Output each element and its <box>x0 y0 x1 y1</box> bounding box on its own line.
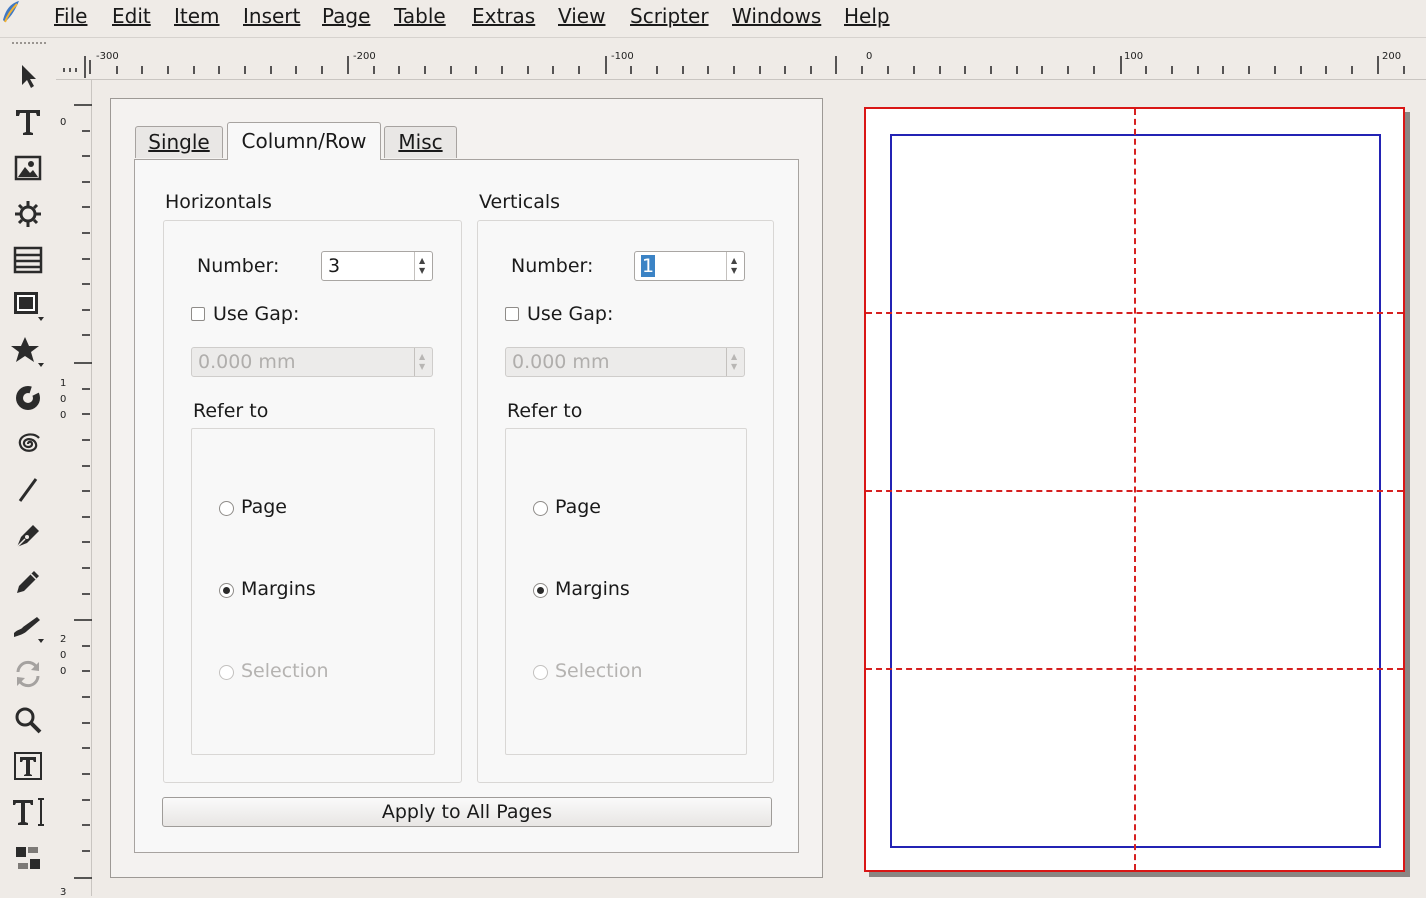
image-frame-icon[interactable] <box>10 150 46 186</box>
verticals-page-label[interactable]: Page <box>555 495 601 519</box>
horizontals-selection-radio[interactable] <box>219 665 234 680</box>
verticals-title: Verticals <box>479 191 561 213</box>
horizontals-number-value: 3 <box>328 255 341 277</box>
menu-extras[interactable]: Extras <box>470 4 537 28</box>
guide-manager-dialog: Single Column/Row Misc Horizontals Numbe… <box>110 98 823 878</box>
spin-up-icon: ▲ <box>731 352 738 361</box>
bezier-icon[interactable] <box>10 518 46 554</box>
tab-single[interactable]: Single <box>135 126 223 158</box>
verticals-margins-radio[interactable] <box>533 583 548 598</box>
ruler-label: 0 <box>60 117 67 128</box>
ruler-label: 100 <box>60 378 67 421</box>
horizontals-refer-to-box: Page Margins Selection <box>191 428 435 755</box>
arc-icon[interactable] <box>10 380 46 416</box>
horizontals-margins-radio[interactable] <box>219 583 234 598</box>
verticals-refer-to-label: Refer to <box>507 400 583 422</box>
menu-bar: File Edit Item Insert Page Table Extras … <box>0 0 1426 38</box>
toolbox-grip[interactable] <box>12 42 46 46</box>
ruler-label: -100 <box>611 51 634 62</box>
text-frame-icon[interactable] <box>10 104 46 140</box>
spin-down-icon[interactable]: ▼ <box>419 267 425 275</box>
select-icon[interactable] <box>10 58 46 94</box>
horizontals-group: Number: 3 ▲ ▼ Use Gap: 0.000 mm ▲ ▼ Refer … <box>163 220 462 783</box>
ruler-label: 3 <box>60 887 67 898</box>
line-icon[interactable] <box>10 472 46 508</box>
horizontals-gap-spinbox[interactable]: 0.000 mm ▲ ▼ <box>191 347 433 377</box>
verticals-gap-value: 0.000 mm <box>512 351 610 373</box>
horizontals-selection-label[interactable]: Selection <box>241 659 329 683</box>
horizontals-gap-value: 0.000 mm <box>198 351 296 373</box>
verticals-selection-radio[interactable] <box>533 665 548 680</box>
polygon-icon[interactable] <box>10 334 46 370</box>
ruler-label: -200 <box>353 51 376 62</box>
tab-misc[interactable]: Misc <box>384 126 457 158</box>
tab-column-row[interactable]: Column/Row <box>227 122 381 160</box>
spin-up-icon[interactable]: ▲ <box>419 257 425 265</box>
spin-up-icon: ▲ <box>419 352 426 361</box>
menu-item[interactable]: Item <box>172 4 222 28</box>
verticals-refer-to-box: Page Margins Selection <box>505 428 747 755</box>
verticals-number-spinbox[interactable]: 1 ▲ ▼ <box>634 251 745 281</box>
zoom-icon[interactable] <box>10 702 46 738</box>
menu-page[interactable]: Page <box>320 4 372 28</box>
menu-view[interactable]: View <box>556 4 607 28</box>
verticals-gap-spinbox[interactable]: 0.000 mm ▲ ▼ <box>505 347 745 377</box>
spiral-icon[interactable] <box>10 426 46 462</box>
rotate-icon[interactable] <box>10 656 46 692</box>
verticals-number-value: 1 <box>641 255 656 277</box>
shape-icon[interactable] <box>10 288 46 324</box>
menu-windows[interactable]: Windows <box>730 4 823 28</box>
edit-text-icon[interactable] <box>10 748 46 784</box>
link-text-frames-icon[interactable] <box>10 794 46 830</box>
horizontals-margins-label[interactable]: Margins <box>241 577 316 601</box>
spin-up-icon[interactable]: ▲ <box>731 257 737 265</box>
menu-help[interactable]: Help <box>842 4 892 28</box>
toolbox <box>0 38 56 896</box>
tab-panel: Horizontals Number: 3 ▲ ▼ Use Gap: 0.000 … <box>134 159 799 853</box>
menu-table[interactable]: Table <box>392 4 448 28</box>
verticals-group: Number: 1 ▲ ▼ Use Gap: 0.000 mm ▲ ▼ Refer … <box>477 220 774 783</box>
menu-file[interactable]: File <box>52 4 89 28</box>
horizontals-page-label[interactable]: Page <box>241 495 287 519</box>
horizontals-page-radio[interactable] <box>219 501 234 516</box>
calligraphic-icon[interactable] <box>10 610 46 646</box>
table-icon[interactable] <box>10 242 46 278</box>
vertical-ruler[interactable]: 0 100 200 3 <box>56 80 92 898</box>
horizontals-use-gap-checkbox[interactable] <box>191 307 205 321</box>
ruler-label: -300 <box>96 51 119 62</box>
page-preview[interactable] <box>864 107 1405 872</box>
horizontal-ruler[interactable]: -300 -200 -100 0 100 200 <box>56 38 1426 80</box>
ruler-label: 100 <box>1124 51 1144 62</box>
verticals-selection-label[interactable]: Selection <box>555 659 643 683</box>
freehand-icon[interactable] <box>10 564 46 600</box>
ruler-label: 200 <box>60 634 67 677</box>
ruler-label: 0 <box>866 51 873 62</box>
horizontals-title: Horizontals <box>165 191 272 213</box>
horizontals-number-spinbox[interactable]: 3 ▲ ▼ <box>321 251 433 281</box>
apply-to-all-pages-button[interactable]: Apply to All Pages <box>162 797 772 827</box>
scribus-logo-icon <box>3 1 19 23</box>
horizontals-use-gap-label[interactable]: Use Gap: <box>213 302 299 326</box>
menu-insert[interactable]: Insert <box>241 4 302 28</box>
spin-down-icon: ▼ <box>731 362 738 371</box>
verticals-margins-label[interactable]: Margins <box>555 577 630 601</box>
unlink-text-frames-icon[interactable] <box>10 840 46 876</box>
menu-edit[interactable]: Edit <box>110 4 153 28</box>
vertical-guide[interactable] <box>1134 109 1136 870</box>
render-frame-icon[interactable] <box>10 196 46 232</box>
verticals-number-label: Number: <box>511 255 594 277</box>
spin-down-icon: ▼ <box>419 362 426 371</box>
verticals-use-gap-label[interactable]: Use Gap: <box>527 302 613 326</box>
verticals-use-gap-checkbox[interactable] <box>505 307 519 321</box>
verticals-page-radio[interactable] <box>533 501 548 516</box>
horizontals-refer-to-label: Refer to <box>193 400 269 422</box>
ruler-label: 200 <box>1382 51 1402 62</box>
horizontals-number-label: Number: <box>197 255 280 277</box>
spin-down-icon[interactable]: ▼ <box>731 267 737 275</box>
menu-scripter[interactable]: Scripter <box>628 4 711 28</box>
